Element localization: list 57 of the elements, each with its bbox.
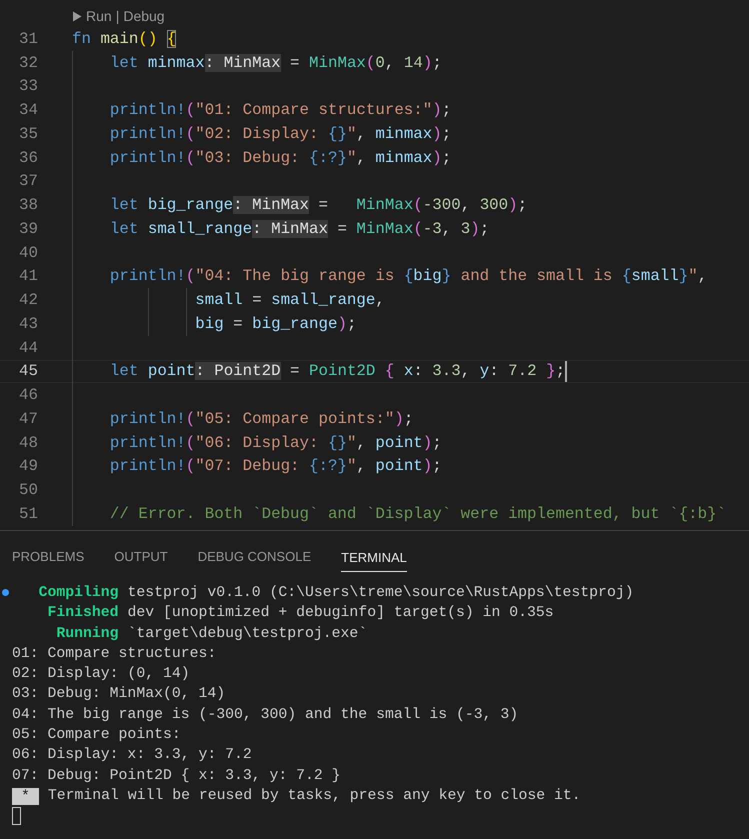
code-line: fn main() { bbox=[72, 30, 176, 48]
line-number: 51 bbox=[18, 504, 38, 523]
line-number: 45 bbox=[18, 362, 38, 380]
line-number: 36 bbox=[18, 148, 38, 167]
line-number: 50 bbox=[18, 481, 38, 500]
code-line: println!("07: Debug: {:?}", point); bbox=[108, 457, 442, 476]
code-line: println!("03: Debug: {:?}", minmax); bbox=[108, 148, 452, 167]
code-line: small = small_range, bbox=[194, 291, 385, 310]
panel-tab[interactable]: OUTPUT bbox=[104, 531, 178, 583]
line-number: 49 bbox=[18, 457, 38, 476]
terminal-line: 06: Display: x: 3.3, y: 7.2 bbox=[12, 746, 253, 766]
line-number: 48 bbox=[18, 434, 38, 452]
code-line: println!("06: Display: {}", point); bbox=[108, 434, 442, 452]
line-number: 38 bbox=[18, 196, 38, 214]
play-icon bbox=[72, 10, 82, 22]
panel-tab[interactable]: PROBLEMS bbox=[2, 531, 94, 583]
terminal-line: 02: Display: (0, 14) bbox=[12, 665, 191, 684]
code-line: println!("01: Compare structures:"); bbox=[108, 101, 452, 120]
terminal-line: 07: Debug: Point2D { x: 3.3, y: 7.2 } bbox=[12, 766, 342, 786]
line-number: 37 bbox=[18, 172, 38, 190]
code-comment: // Error. Both `Debug` and `Display` were implemented, but `{:b}` bbox=[108, 504, 726, 523]
panel-tab[interactable]: DEBUG CONSOLE bbox=[188, 531, 322, 583]
codelens-link[interactable]: Debug bbox=[123, 8, 165, 24]
line-number: 35 bbox=[18, 124, 38, 143]
terminal-line: 04: The big range is (-300, 300) and the small is (-3, 3) bbox=[12, 706, 520, 725]
terminal-line: 01: Compare structures: bbox=[12, 644, 218, 664]
line-number: 40 bbox=[18, 244, 38, 262]
terminal-line: 05: Compare points: bbox=[12, 726, 182, 746]
panel-tab[interactable]: TERMINAL bbox=[331, 531, 417, 583]
text-cursor bbox=[565, 360, 568, 382]
line-number: 46 bbox=[18, 386, 38, 404]
task-badge: * bbox=[12, 788, 39, 805]
code-line: big = big_range); bbox=[194, 314, 356, 333]
line-number: 39 bbox=[18, 220, 38, 238]
terminal-line: Compiling testproj v0.1.0 (C:\Users\treme\source\RustApps\testproj) bbox=[38, 584, 635, 603]
code-line: let big_range: MinMax = MinMax(-300, 300); bbox=[108, 196, 528, 214]
code-line: println!("05: Compare points:"); bbox=[108, 410, 414, 428]
terminal-line: Finished dev [unoptimized + debuginfo] target(s) in 0.35s bbox=[46, 604, 555, 624]
line-number: 44 bbox=[18, 338, 38, 357]
line-number: 34 bbox=[18, 101, 38, 120]
code-line: let minmax: MinMax = MinMax(0, 14); bbox=[108, 54, 442, 72]
line-number: 32 bbox=[18, 54, 38, 72]
separator: | bbox=[116, 8, 120, 24]
terminal-line: 03: Debug: MinMax(0, 14) bbox=[12, 685, 226, 704]
code-line: println!("02: Display: {}", minmax); bbox=[108, 124, 452, 143]
line-number: 42 bbox=[18, 291, 38, 310]
line-number: 47 bbox=[18, 410, 38, 428]
line-number: 41 bbox=[18, 267, 38, 286]
line-number: 43 bbox=[18, 314, 38, 333]
terminal-line: Terminal will be reused by tasks, press any key to close it. bbox=[48, 788, 581, 804]
codelens-link[interactable]: Run bbox=[86, 8, 112, 24]
code-line: let small_range: MinMax = MinMax(-3, 3); bbox=[108, 220, 490, 238]
line-number: 31 bbox=[18, 30, 38, 48]
code-line: let point: Point2D = Point2D { x: 3.3, y: 7.2 }; bbox=[108, 362, 566, 380]
code-line: println!("04: The big range is {big} and the small is {small}", bbox=[108, 267, 708, 286]
line-number: 33 bbox=[18, 77, 38, 96]
terminal-line: Running `target\debug\testproj.exe` bbox=[55, 624, 368, 644]
